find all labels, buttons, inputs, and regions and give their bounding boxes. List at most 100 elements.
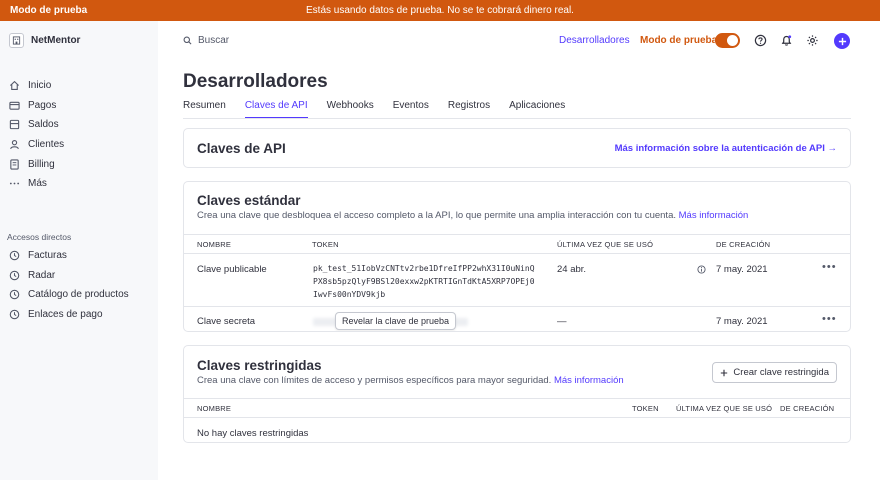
standard-keys-info-link[interactable]: Más información (679, 210, 749, 221)
sidebar-item-label: Catálogo de productos (28, 289, 129, 301)
create-restricted-key-button[interactable]: Crear clave restringida (712, 362, 837, 383)
tab-aplicaciones[interactable]: Aplicaciones (509, 100, 565, 119)
last-used: 24 abr. (557, 264, 587, 275)
shortcuts-section-title: Accesos directos (7, 232, 72, 242)
account-switcher[interactable]: NetMentor (9, 33, 80, 48)
sidebar-item-inicio[interactable]: Inicio (9, 76, 64, 96)
created-date: 7 may. 2021 (716, 316, 768, 327)
token-line: PX8sb5pzQlyF9BSl20exxw2pKTRTIGnTdKtA5XRP… (313, 277, 535, 286)
top-bar: Buscar Desarrolladores Modo de prueba (158, 21, 880, 61)
shortcuts-nav: Facturas Radar Catálogo de productos Enl… (9, 246, 129, 324)
reveal-test-key-button[interactable]: Revelar la clave de prueba (335, 312, 457, 330)
sidebar-item-saldos[interactable]: Saldos (9, 115, 64, 135)
clock-icon (9, 309, 20, 320)
shortcut-radar[interactable]: Radar (9, 266, 129, 286)
tab-eventos[interactable]: Eventos (393, 100, 429, 119)
restricted-keys-card: Claves restringidas Crea una clave con l… (183, 345, 851, 443)
plus-icon (838, 37, 846, 45)
api-keys-title: Claves de API (197, 141, 286, 156)
column-header-token: TOKEN (632, 404, 659, 413)
standard-keys-subtitle: Crea una clave que desbloquea el acceso … (197, 210, 748, 221)
clock-icon (9, 251, 20, 261)
tab-webhooks[interactable]: Webhooks (327, 100, 374, 119)
search-placeholder: Buscar (198, 35, 230, 46)
sidebar-item-label: Clientes (28, 139, 65, 151)
sidebar-item-billing[interactable]: Billing (9, 154, 64, 174)
home-icon (9, 81, 20, 91)
column-header-name: NOMBRE (197, 240, 232, 249)
tab-registros[interactable]: Registros (448, 100, 490, 119)
sidebar-item-label: Más (28, 178, 47, 190)
building-icon (9, 33, 24, 48)
sidebar-item-pagos[interactable]: Pagos (9, 96, 64, 116)
token-line: pk_test_51IobVzCNTtv2rbe1DfreIfPP2whX31I… (313, 264, 535, 273)
token-line: IwvFs00nYDV9kjb (313, 290, 386, 299)
test-mode-label: Modo de prueba (640, 35, 718, 46)
create-button-label: Crear clave restringida (733, 367, 829, 378)
restricted-keys-title: Claves restringidas (197, 358, 322, 373)
column-header-token: TOKEN (312, 240, 339, 249)
plus-icon (721, 369, 728, 376)
row-menu-button[interactable]: ••• (822, 261, 837, 273)
column-header-name: NOMBRE (197, 404, 232, 413)
sidebar-item-label: Enlaces de pago (28, 309, 103, 321)
sidebar-item-clientes[interactable]: Clientes (9, 135, 64, 155)
sidebar-item-label: Facturas (28, 250, 67, 262)
column-header-created: DE CREACIÓN (716, 240, 771, 249)
help-icon[interactable] (754, 34, 767, 47)
key-name: Clave publicable (197, 264, 267, 275)
sidebar-item-label: Radar (28, 269, 56, 281)
standard-keys-title: Claves estándar (197, 193, 301, 208)
bell-icon[interactable] (780, 34, 793, 47)
sidebar-item-label: Pagos (28, 99, 57, 111)
banner-test-mode-label: Modo de prueba (10, 5, 88, 16)
shortcut-catalogo[interactable]: Catálogo de productos (9, 285, 129, 305)
tab-claves-api[interactable]: Claves de API (244, 100, 308, 119)
more-icon (9, 182, 20, 185)
test-mode-toggle[interactable] (715, 33, 740, 48)
search-icon (183, 36, 192, 45)
add-button[interactable] (834, 33, 850, 49)
search-box[interactable]: Buscar (183, 35, 229, 46)
sidebar-item-mas[interactable]: Más (9, 174, 64, 194)
customers-icon (10, 140, 19, 150)
shortcut-facturas[interactable]: Facturas (9, 246, 129, 266)
shortcut-enlaces[interactable]: Enlaces de pago (9, 305, 129, 325)
info-icon[interactable] (697, 265, 706, 274)
page-title: Desarrolladores (183, 71, 328, 92)
publishable-key-token[interactable]: pk_test_51IobVzCNTtv2rbe1DfreIfPP2whX31I… (313, 262, 535, 301)
tab-resumen[interactable]: Resumen (183, 100, 226, 119)
sidebar-item-label: Billing (28, 158, 55, 170)
standard-keys-table-header: NOMBRE TOKEN ÚLTIMA VEZ QUE SE USÓ DE CR… (184, 234, 850, 254)
developers-link[interactable]: Desarrolladores (559, 35, 630, 46)
tabs-divider (183, 118, 851, 119)
restricted-keys-info-link[interactable]: Más información (554, 375, 624, 386)
column-header-last-used: ÚLTIMA VEZ QUE SE USÓ (557, 240, 654, 249)
sidebar-item-label: Inicio (28, 80, 52, 92)
sidebar: NetMentor Inicio Pagos Saldos Clientes B… (0, 21, 158, 480)
column-header-created: DE CREACIÓN (780, 404, 835, 413)
key-name: Clave secreta (197, 316, 256, 327)
standard-keys-card: Claves estándar Crea una clave que desbl… (183, 181, 851, 332)
api-keys-card: Claves de API Más información sobre la a… (183, 128, 851, 168)
created-date: 7 may. 2021 (716, 264, 768, 275)
billing-icon (10, 159, 19, 170)
sidebar-item-label: Saldos (28, 119, 59, 131)
subtitle-text: Crea una clave con límites de acceso y p… (197, 375, 552, 386)
api-auth-info-link[interactable]: Más información sobre la autenticación d… (615, 143, 837, 154)
test-mode-banner: Modo de prueba Estás usando datos de pru… (0, 0, 880, 21)
banner-message: Estás usando datos de prueba. No se te c… (306, 5, 574, 16)
balances-icon (9, 120, 20, 130)
gear-icon[interactable] (806, 34, 819, 47)
last-used: — (557, 316, 567, 327)
column-header-last-used: ÚLTIMA VEZ QUE SE USÓ (676, 404, 773, 413)
restricted-keys-subtitle: Crea una clave con límites de acceso y p… (197, 375, 624, 386)
main-nav: Inicio Pagos Saldos Clientes Billing Más (9, 76, 64, 194)
empty-state-text: No hay claves restringidas (197, 428, 309, 439)
subtitle-text: Crea una clave que desbloquea el acceso … (197, 210, 676, 221)
row-menu-button[interactable]: ••• (822, 313, 837, 325)
restricted-keys-table-header: NOMBRE TOKEN ÚLTIMA VEZ QUE SE USÓ DE CR… (184, 398, 850, 418)
clock-icon (9, 290, 20, 300)
payments-icon (9, 101, 20, 110)
row-divider (184, 306, 850, 307)
